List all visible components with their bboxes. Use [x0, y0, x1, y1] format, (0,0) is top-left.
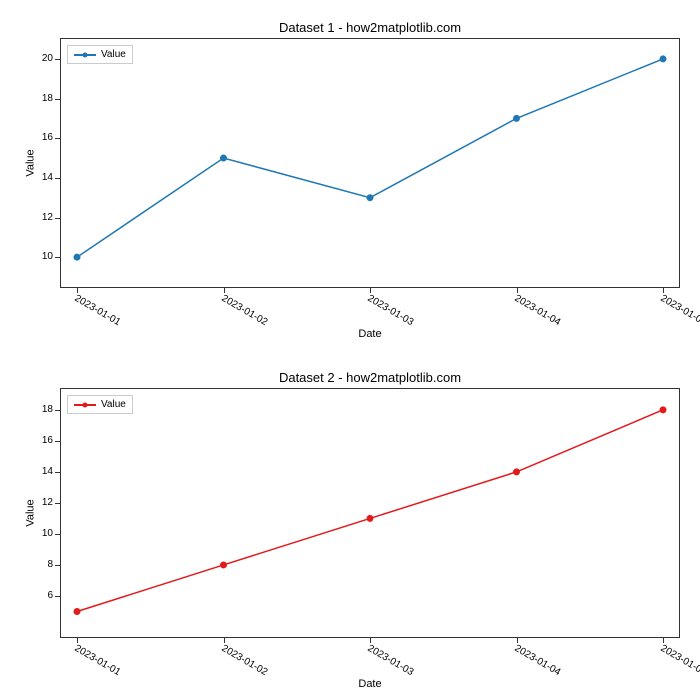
y-axis-label: Value [25, 499, 37, 526]
x-tick-label: 2023-01-02 [219, 293, 269, 328]
data-point [660, 406, 667, 413]
legend: Value [67, 395, 133, 414]
line-series [61, 39, 679, 287]
legend-label: Value [101, 399, 126, 410]
plot-area-2: Value Value 6810121416182023-01-012023-0… [60, 388, 680, 638]
legend-swatch [74, 54, 96, 56]
y-tick-label: 20 [42, 53, 53, 64]
data-point [74, 608, 81, 615]
data-point [660, 55, 667, 62]
y-tick-label: 14 [42, 466, 53, 477]
legend: Value [67, 45, 133, 64]
y-tick-label: 6 [47, 590, 53, 601]
y-tick-label: 14 [42, 172, 53, 183]
y-tick-label: 12 [42, 212, 53, 223]
plot-area-1: Value Value 1012141618202023-01-012023-0… [60, 38, 680, 288]
y-tick-label: 10 [42, 528, 53, 539]
chart-title: Dataset 2 - how2matplotlib.com [60, 370, 680, 388]
y-tick-label: 10 [42, 251, 53, 262]
x-tick: 2023-01-03 [370, 287, 371, 293]
x-tick-label: 2023-01-03 [366, 643, 416, 678]
x-tick: 2023-01-02 [224, 637, 225, 643]
y-tick-label: 18 [42, 404, 53, 415]
figure: Dataset 1 - how2matplotlib.com Value Val… [0, 0, 700, 700]
x-tick: 2023-01-05 [663, 637, 664, 643]
x-tick-label: 2023-01-04 [512, 293, 562, 328]
x-tick-label: 2023-01-04 [512, 643, 562, 678]
y-tick-label: 12 [42, 497, 53, 508]
x-tick-label: 2023-01-05 [659, 293, 700, 328]
x-tick-label: 2023-01-01 [73, 293, 123, 328]
x-tick-label: 2023-01-03 [366, 293, 416, 328]
x-axis-label: Date [60, 328, 680, 340]
x-tick: 2023-01-02 [224, 287, 225, 293]
data-point [367, 515, 374, 522]
y-axis-label: Value [25, 149, 37, 176]
data-point [513, 468, 520, 475]
y-tick-label: 8 [47, 559, 53, 570]
legend-swatch [74, 404, 96, 406]
x-tick: 2023-01-01 [77, 637, 78, 643]
x-tick: 2023-01-05 [663, 287, 664, 293]
x-tick-label: 2023-01-05 [659, 643, 700, 678]
legend-label: Value [101, 49, 126, 60]
y-tick-label: 16 [42, 435, 53, 446]
subplot-1: Dataset 1 - how2matplotlib.com Value Val… [60, 20, 680, 330]
data-point [220, 155, 227, 162]
x-tick: 2023-01-04 [517, 637, 518, 643]
subplot-2: Dataset 2 - how2matplotlib.com Value Val… [60, 370, 680, 680]
data-point [220, 561, 227, 568]
y-tick-label: 18 [42, 93, 53, 104]
data-point [74, 254, 81, 261]
x-tick: 2023-01-01 [77, 287, 78, 293]
data-point [367, 194, 374, 201]
chart-title: Dataset 1 - how2matplotlib.com [60, 20, 680, 38]
x-tick-label: 2023-01-01 [73, 643, 123, 678]
x-tick: 2023-01-03 [370, 637, 371, 643]
data-point [513, 115, 520, 122]
x-axis-label: Date [60, 678, 680, 690]
x-tick: 2023-01-04 [517, 287, 518, 293]
y-tick-label: 16 [42, 132, 53, 143]
x-tick-label: 2023-01-02 [219, 643, 269, 678]
line-series [61, 389, 679, 637]
